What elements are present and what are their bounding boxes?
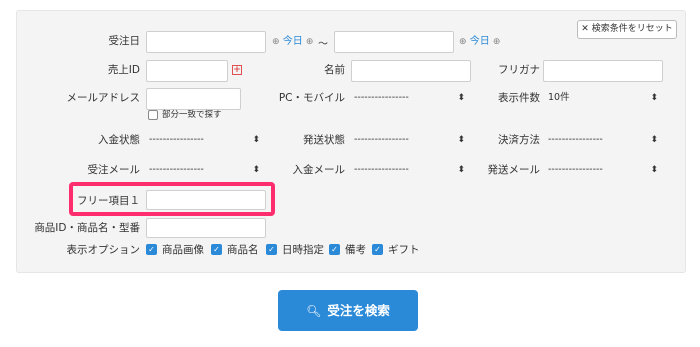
payment-status-select[interactable]: ---------------- ⬍ <box>146 129 262 151</box>
payment-status-label: 入金状態 <box>98 134 140 146</box>
today-label[interactable]: 今日 <box>283 36 303 47</box>
option-checkbox-product-name[interactable]: ✓ <box>211 244 222 255</box>
date-range-separator: 〜 <box>318 39 328 50</box>
display-options-label: 表示オプション <box>66 244 141 256</box>
option-label-datetime: 日時指定 <box>282 244 324 256</box>
order-date-label: 受注日 <box>108 35 141 47</box>
search-orders-button[interactable]: 🔍︎ 受注を検索 <box>278 290 418 331</box>
display-count-label: 表示件数 <box>498 92 540 104</box>
shipping-mail-value: ---------------- <box>548 164 603 175</box>
name-label: 名前 <box>324 64 345 76</box>
partial-match-label: 部分一致で探す <box>162 110 222 120</box>
pc-mobile-label: PC・モバイル <box>278 92 345 104</box>
pc-mobile-select[interactable]: ---------------- ⬍ <box>351 87 467 109</box>
order-date-from-input[interactable] <box>146 31 266 53</box>
today-label[interactable]: 今日 <box>470 36 490 47</box>
select-arrow-icon: ⬍ <box>650 165 658 175</box>
partial-match-checkbox[interactable] <box>148 110 158 120</box>
option-label-product-image: 商品画像 <box>162 244 204 256</box>
name-input[interactable] <box>351 60 471 82</box>
option-checkbox-product-image[interactable]: ✓ <box>146 244 157 255</box>
option-label-gift: ギフト <box>388 244 420 256</box>
select-arrow-icon: ⬍ <box>650 135 658 145</box>
product-input[interactable] <box>146 218 266 238</box>
next-day-icon[interactable]: ⊕ <box>493 37 501 47</box>
payment-status-value: ---------------- <box>149 134 204 145</box>
select-arrow-icon: ⬍ <box>252 135 260 145</box>
shipping-status-select[interactable]: ---------------- ⬍ <box>351 129 467 151</box>
order-mail-label: 受注メール <box>87 164 141 176</box>
add-sales-id-icon[interactable]: + <box>232 65 242 75</box>
pc-mobile-value: ---------------- <box>354 92 409 103</box>
email-input[interactable] <box>146 88 241 110</box>
option-checkbox-notes[interactable]: ✓ <box>329 244 340 255</box>
option-checkbox-gift[interactable]: ✓ <box>372 244 383 255</box>
shipping-mail-label: 発送メール <box>487 164 541 176</box>
product-label: 商品ID・商品名・型番 <box>34 222 140 234</box>
furigana-label: フリガナ <box>498 64 540 76</box>
order-mail-value: ---------------- <box>149 164 204 175</box>
today-link-to[interactable]: ⊕ 今日 ⊕ <box>459 35 500 49</box>
payment-method-label: 決済方法 <box>498 134 540 146</box>
payment-method-select[interactable]: ---------------- ⬍ <box>545 129 660 151</box>
order-date-to-input[interactable] <box>334 31 454 53</box>
order-mail-select[interactable]: ---------------- ⬍ <box>146 159 262 181</box>
search-button-label: 受注を検索 <box>327 303 390 318</box>
today-link-from[interactable]: ⊕ 今日 ⊕ <box>272 35 313 49</box>
next-day-icon[interactable]: ⊕ <box>306 37 314 47</box>
email-label: メールアドレス <box>66 92 141 104</box>
prev-day-icon[interactable]: ⊕ <box>272 37 280 47</box>
option-label-notes: 備考 <box>345 244 366 256</box>
option-checkbox-datetime[interactable]: ✓ <box>266 244 277 255</box>
shipping-mail-select[interactable]: ---------------- ⬍ <box>545 159 660 181</box>
payment-method-value: ---------------- <box>548 134 603 145</box>
reset-conditions-button[interactable]: ✕ 検索条件をリセット <box>577 20 677 39</box>
select-arrow-icon: ⬍ <box>252 165 260 175</box>
payment-mail-value: ---------------- <box>354 164 409 175</box>
sales-id-input[interactable] <box>146 60 228 82</box>
sales-id-label: 売上ID <box>107 64 140 76</box>
highlight-box <box>69 182 275 216</box>
payment-mail-label: 入金メール <box>292 164 346 176</box>
option-label-product-name: 商品名 <box>227 244 259 256</box>
payment-mail-select[interactable]: ---------------- ⬍ <box>351 159 467 181</box>
furigana-input[interactable] <box>543 60 663 82</box>
display-count-select[interactable]: 10件 ⬍ <box>545 87 660 109</box>
select-arrow-icon: ⬍ <box>650 93 658 103</box>
search-icon: 🔍︎ <box>306 304 322 318</box>
shipping-status-value: ---------------- <box>354 134 409 145</box>
shipping-status-label: 発送状態 <box>303 134 345 146</box>
prev-day-icon[interactable]: ⊕ <box>459 37 467 47</box>
display-count-value: 10件 <box>548 92 570 103</box>
